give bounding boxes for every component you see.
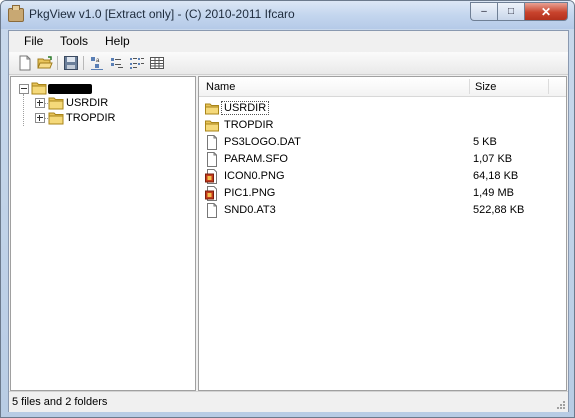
file-name: SND0.AT3 [224, 204, 276, 216]
tree-item-usrdir[interactable]: USRDIR [66, 97, 108, 109]
toolbar: a [9, 52, 568, 75]
column-divider[interactable] [548, 79, 549, 94]
folder-icon [205, 120, 219, 132]
column-header-name[interactable]: Name [206, 81, 235, 93]
new-icon[interactable] [17, 55, 33, 71]
file-name: PS3LOGO.DAT [224, 136, 301, 148]
file-list[interactable]: Name Size USRDIR TROPDIR PS3LOGO.DAT 5 K… [198, 76, 567, 391]
tree-line [23, 94, 24, 126]
file-icon [207, 152, 217, 167]
app-window: PkgView v1.0 [Extract only] - (C) 2010-2… [0, 0, 575, 418]
expand-usrdir-icon[interactable] [35, 98, 45, 108]
folder-icon [205, 103, 219, 115]
toolbar-separator [57, 56, 58, 70]
column-header-size[interactable]: Size [475, 81, 496, 93]
file-name: PIC1.PNG [224, 187, 276, 199]
file-size: 1,07 KB [473, 153, 513, 165]
file-name: ICON0.PNG [224, 170, 285, 182]
list-item[interactable]: PS3LOGO.DAT 5 KB [199, 134, 559, 151]
file-name: PARAM.SFO [224, 153, 288, 165]
details-view-icon[interactable] [149, 55, 165, 71]
save-icon[interactable] [63, 55, 79, 71]
small-icons-icon[interactable] [109, 55, 125, 71]
menu-file[interactable]: File [24, 34, 43, 48]
file-icon [207, 203, 217, 218]
file-size: 64,18 KB [473, 170, 519, 182]
file-size: 5 KB [473, 136, 497, 148]
file-size: 1,49 MB [473, 187, 514, 199]
window-title: PkgView v1.0 [Extract only] - (C) 2010-2… [29, 7, 295, 21]
close-button[interactable]: ✕ [524, 2, 568, 21]
file-size: 522,88 KB [473, 204, 525, 216]
client-area: File Tools Help a USRDIR TROPDIR Name Si… [8, 30, 569, 412]
open-folder-icon[interactable] [37, 55, 53, 71]
menu-bar: File Tools Help [9, 31, 568, 51]
expand-tropdir-icon[interactable] [35, 113, 45, 123]
collapse-root-icon[interactable] [19, 84, 29, 94]
list-view-icon[interactable] [129, 55, 145, 71]
image-icon [205, 186, 217, 201]
maximize-button[interactable]: □ [497, 2, 524, 21]
file-name: USRDIR [220, 101, 270, 115]
tree-item-tropdir[interactable]: TROPDIR [66, 112, 116, 124]
file-icon [207, 135, 217, 150]
title-bar[interactable]: PkgView v1.0 [Extract only] - (C) 2010-2… [1, 1, 574, 29]
caption-buttons: – □ ✕ [470, 2, 568, 21]
list-item[interactable]: PIC1.PNG 1,49 MB [199, 185, 559, 202]
list-item[interactable]: PARAM.SFO 1,07 KB [199, 151, 559, 168]
redacted-root-label [48, 84, 92, 94]
status-text: 5 files and 2 folders [12, 396, 108, 408]
large-icons-icon[interactable]: a [89, 55, 105, 71]
image-icon [205, 169, 217, 184]
svg-text:a: a [96, 58, 100, 64]
menu-help[interactable]: Help [105, 34, 130, 48]
folder-tree[interactable]: USRDIR TROPDIR [10, 76, 196, 391]
file-name: TROPDIR [224, 119, 274, 131]
package-icon [8, 5, 24, 22]
list-item[interactable]: USRDIR [199, 100, 559, 117]
list-item[interactable]: ICON0.PNG 64,18 KB [199, 168, 559, 185]
resize-grip-icon[interactable] [556, 400, 566, 410]
column-divider[interactable] [469, 79, 470, 94]
minimize-button[interactable]: – [470, 2, 497, 21]
list-item[interactable]: TROPDIR [199, 117, 559, 134]
folder-icon [48, 97, 64, 110]
toolbar-separator [83, 56, 84, 70]
list-item[interactable]: SND0.AT3 522,88 KB [199, 202, 559, 219]
folder-icon [48, 112, 64, 125]
list-header: Name Size [199, 77, 566, 97]
menu-tools[interactable]: Tools [60, 34, 88, 48]
status-bar: 5 files and 2 folders [9, 391, 568, 412]
folder-icon [31, 82, 47, 95]
